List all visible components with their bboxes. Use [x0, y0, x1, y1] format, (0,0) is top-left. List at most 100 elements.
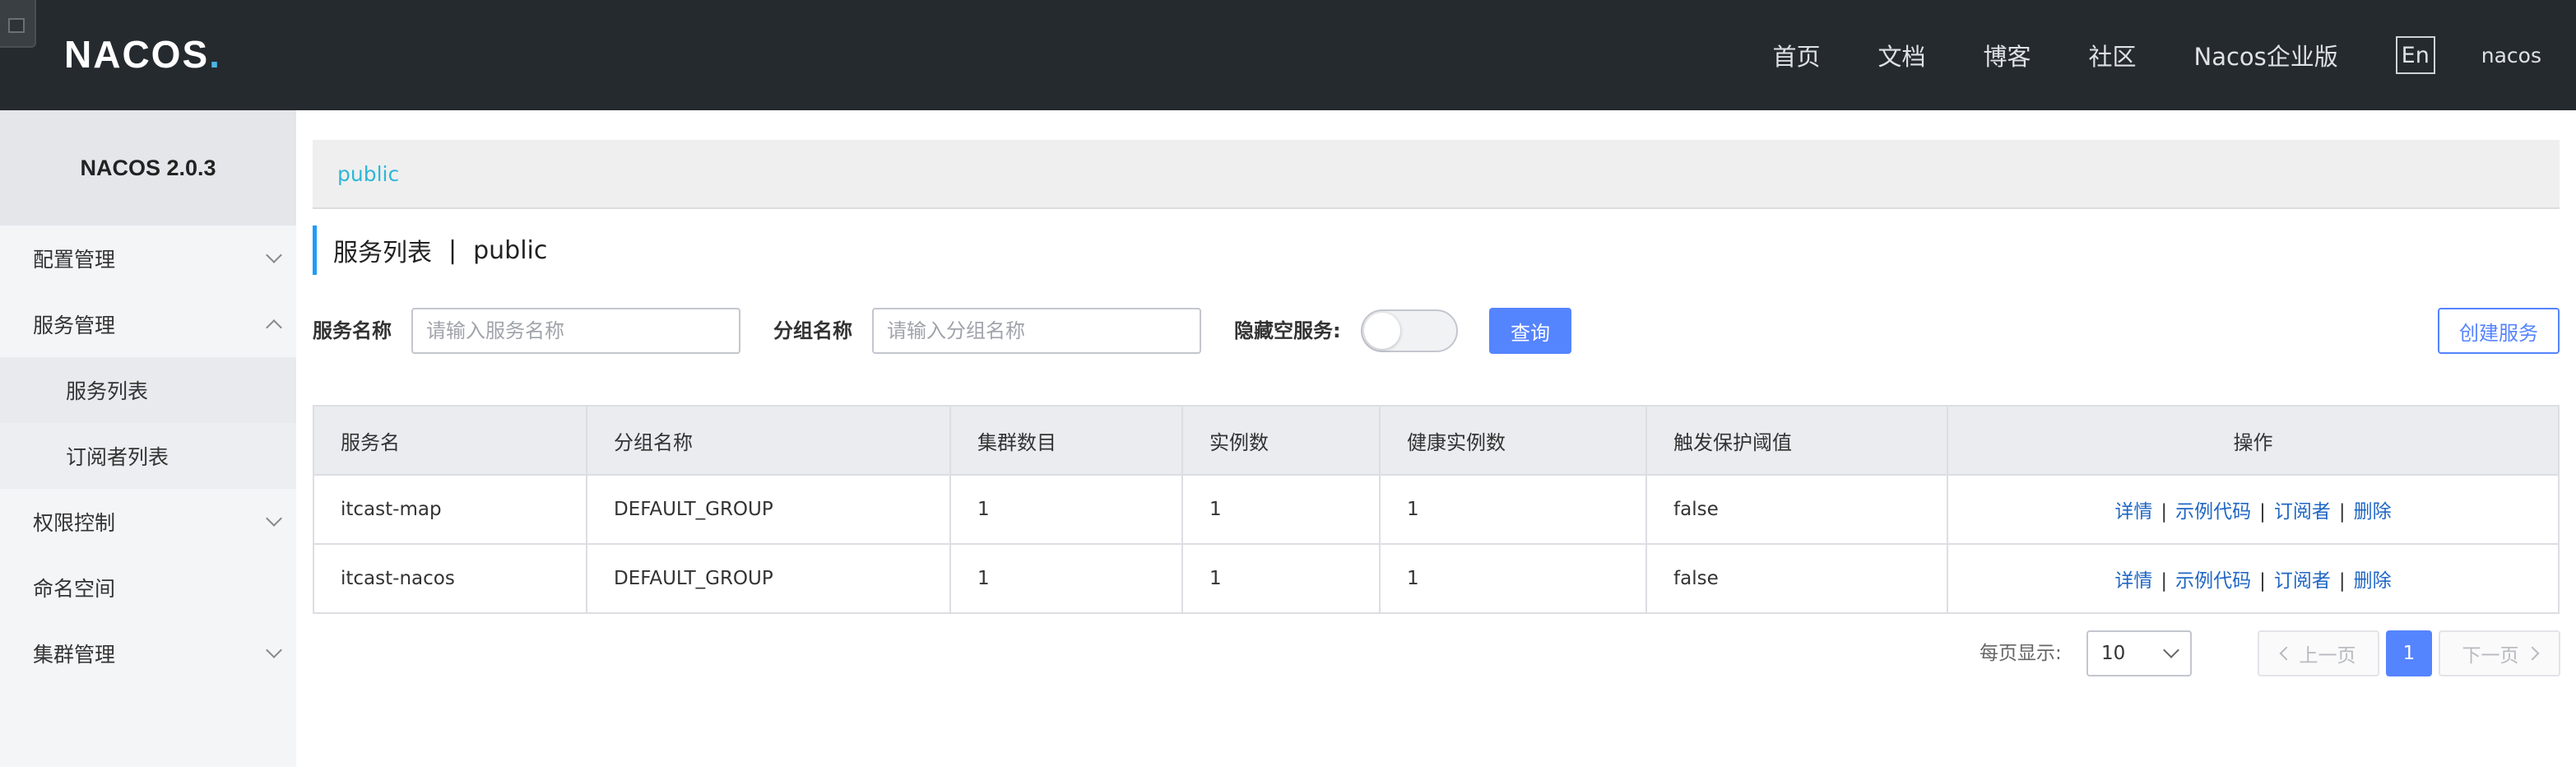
healthy-count-cell: 1 — [1379, 474, 1647, 545]
next-page-label: 下一页 — [2462, 645, 2519, 667]
chevron-down-icon — [2163, 642, 2179, 658]
per-page-select[interactable]: 10 — [2086, 630, 2192, 676]
actions-cell: 详情 | 示例代码 | 订阅者 | 删除 — [1947, 474, 2560, 545]
group-name-cell: DEFAULT_GROUP — [586, 543, 951, 614]
cluster-count-cell: 1 — [949, 543, 1183, 614]
sidebar-item-cluster-management[interactable]: 集群管理 — [0, 621, 296, 686]
chevron-down-icon — [266, 247, 282, 263]
nav-blog[interactable]: 博客 — [1983, 38, 2031, 72]
delete-link[interactable]: 删除 — [2354, 501, 2392, 523]
subscriber-link[interactable]: 订阅者 — [2274, 501, 2331, 523]
namespace-bar: public — [313, 140, 2560, 209]
sidebar-item-label: 订阅者列表 — [66, 445, 169, 469]
chevron-up-icon — [266, 319, 282, 336]
language-toggle-button[interactable]: En — [2395, 36, 2435, 74]
column-header: 实例数 — [1181, 405, 1381, 476]
subscriber-link[interactable]: 订阅者 — [2274, 570, 2331, 592]
detail-link[interactable]: 详情 — [2114, 570, 2152, 592]
protect-threshold-cell: false — [1645, 543, 1948, 614]
top-header: NACOS. 首页 文档 博客 社区 Nacos企业版 En nacos — [0, 0, 2576, 110]
logo-text: NACOS — [64, 33, 210, 76]
cluster-count-cell: 1 — [949, 474, 1183, 545]
hide-empty-switch[interactable] — [1361, 309, 1458, 352]
group-name-input[interactable] — [872, 308, 1201, 354]
create-service-button[interactable]: 创建服务 — [2438, 308, 2560, 354]
sidebar-item-label: 服务管理 — [33, 314, 116, 337]
instance-count-cell: 1 — [1181, 474, 1381, 545]
page-title-namespace: public — [473, 235, 548, 265]
table-row: itcast-map DEFAULT_GROUP 1 1 1 false 详情 |… — [313, 474, 2560, 545]
detail-link[interactable]: 详情 — [2114, 501, 2152, 523]
per-page-value: 10 — [2101, 643, 2126, 664]
action-separator: | — [2338, 570, 2346, 592]
sidebar-item-label: 权限控制 — [33, 511, 116, 535]
service-name-cell: itcast-nacos — [313, 543, 587, 614]
column-header: 健康实例数 — [1379, 405, 1647, 476]
chevron-right-icon — [2525, 646, 2539, 661]
action-separator: | — [2259, 570, 2266, 592]
sample-code-link[interactable]: 示例代码 — [2175, 501, 2251, 523]
nav-docs[interactable]: 文档 — [1877, 38, 1925, 72]
sidebar: NACOS 2.0.3 配置管理 服务管理 服务列表 订阅者列表 权限控制 命名… — [0, 110, 296, 767]
sidebar-item-label: 集群管理 — [33, 643, 116, 667]
filter-row: 服务名称 分组名称 隐藏空服务: 查询 创建服务 — [313, 308, 2560, 354]
column-header: 触发保护阈值 — [1645, 405, 1948, 476]
group-name-cell: DEFAULT_GROUP — [586, 474, 951, 545]
page-title-text: 服务列表 — [333, 239, 432, 267]
action-separator: | — [2161, 501, 2168, 523]
sidebar-item-config-management[interactable]: 配置管理 — [0, 225, 296, 291]
actions-cell: 详情 | 示例代码 | 订阅者 | 删除 — [1947, 543, 2560, 614]
page-1-button[interactable]: 1 — [2386, 630, 2432, 676]
user-name[interactable]: nacos — [2481, 44, 2541, 67]
action-separator: | — [2338, 501, 2346, 523]
per-page-label: 每页显示: — [1980, 643, 2062, 664]
action-separator: | — [2161, 570, 2168, 592]
sidebar-item-label: 服务列表 — [66, 379, 149, 403]
instance-count-cell: 1 — [1181, 543, 1381, 614]
title-separator: | — [448, 235, 457, 265]
group-name-label: 分组名称 — [773, 319, 852, 342]
column-header: 操作 — [1947, 405, 2560, 476]
service-name-label: 服务名称 — [313, 319, 392, 342]
corner-toggle[interactable] — [0, 0, 36, 48]
sidebar-item-namespace[interactable]: 命名空间 — [0, 555, 296, 621]
chevron-down-icon — [266, 642, 282, 658]
top-nav: 首页 文档 博客 社区 Nacos企业版 En nacos — [1772, 0, 2576, 110]
version-label: NACOS 2.0.3 — [0, 110, 296, 225]
service-name-input[interactable] — [411, 308, 740, 354]
healthy-count-cell: 1 — [1379, 543, 1647, 614]
prev-page-button[interactable]: 上一页 — [2258, 630, 2379, 676]
namespace-link-public[interactable]: public — [337, 162, 399, 186]
sample-code-link[interactable]: 示例代码 — [2175, 570, 2251, 592]
main-content: public 服务列表 | public 服务名称 分组名称 隐藏空服务: 查询… — [313, 140, 2560, 676]
service-table: 服务名 分组名称 集群数目 实例数 健康实例数 触发保护阈值 操作 itcast… — [313, 405, 2560, 614]
hide-empty-label: 隐藏空服务: — [1234, 319, 1341, 342]
column-header: 服务名 — [313, 405, 587, 476]
nav-enterprise[interactable]: Nacos企业版 — [2194, 38, 2338, 72]
sidebar-item-subscriber-list[interactable]: 订阅者列表 — [0, 423, 296, 489]
protect-threshold-cell: false — [1645, 474, 1948, 545]
prev-page-label: 上一页 — [2299, 645, 2356, 667]
sidebar-item-label: 命名空间 — [33, 577, 116, 601]
table-row: itcast-nacos DEFAULT_GROUP 1 1 1 false 详… — [313, 543, 2560, 614]
sidebar-item-access-control[interactable]: 权限控制 — [0, 489, 296, 555]
pagination: 每页显示: 10 上一页 1 下一页 — [313, 630, 2560, 676]
switch-knob — [1364, 313, 1400, 349]
delete-link[interactable]: 删除 — [2354, 570, 2392, 592]
query-button[interactable]: 查询 — [1489, 308, 1571, 354]
sidebar-item-service-list[interactable]: 服务列表 — [0, 357, 296, 423]
square-icon — [8, 18, 25, 33]
nav-community[interactable]: 社区 — [2088, 38, 2136, 72]
service-name-cell: itcast-map — [313, 474, 587, 545]
logo-dot: . — [209, 33, 221, 76]
nacos-logo[interactable]: NACOS. — [64, 28, 221, 81]
column-header: 分组名称 — [586, 405, 951, 476]
nav-home[interactable]: 首页 — [1772, 38, 1820, 72]
page-title: 服务列表 | public — [313, 225, 2560, 275]
next-page-button[interactable]: 下一页 — [2439, 630, 2560, 676]
column-header: 集群数目 — [949, 405, 1183, 476]
table-header-row: 服务名 分组名称 集群数目 实例数 健康实例数 触发保护阈值 操作 — [313, 405, 2560, 476]
chevron-left-icon — [2279, 646, 2293, 661]
sidebar-item-label: 配置管理 — [33, 248, 116, 272]
sidebar-item-service-management[interactable]: 服务管理 — [0, 291, 296, 357]
